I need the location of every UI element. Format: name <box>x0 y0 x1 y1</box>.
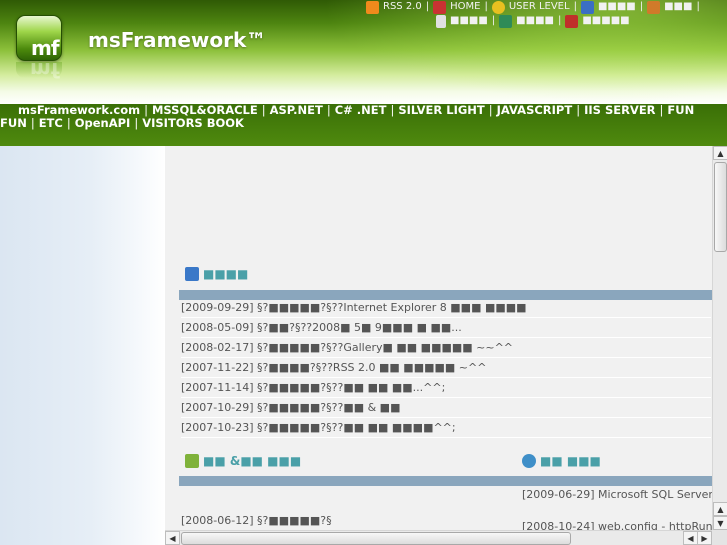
nav-separator: | <box>30 116 35 130</box>
document-icon <box>436 14 446 28</box>
rss-label: RSS 2.0 <box>383 1 422 12</box>
users-label: ■■■ <box>664 1 693 12</box>
left-sidebar <box>0 146 165 545</box>
list-item[interactable]: [2008-05-09] §?■■?§??2008■ 5■ 9■■■ ■ ■■.… <box>181 318 711 338</box>
nav-item-fun-2[interactable]: FUN <box>0 116 27 130</box>
document-link[interactable]: ■■■■ <box>436 14 488 28</box>
user-link[interactable]: ■■■■ <box>580 0 636 14</box>
list-item[interactable]: [2008-02-17] §?■■■■■?§??Gallery■ ■■ ■■■■… <box>181 338 711 358</box>
nav-item-mssql-oracle[interactable]: MSSQL&ORACLE <box>152 103 258 117</box>
list-item[interactable]: [2007-11-22] §?■■■■?§??RSS 2.0 ■■ ■■■■■ … <box>181 358 711 378</box>
section-notice-header[interactable]: ■■■■ <box>185 267 248 281</box>
nav-separator: | <box>134 116 139 130</box>
logo-reflection-text: mf <box>30 58 60 82</box>
nav-separator: | <box>488 103 493 117</box>
nav-item-fun[interactable]: FUN <box>667 103 694 117</box>
list-item[interactable]: [2009-06-29] Microsoft SQL Server Studio… <box>522 488 712 501</box>
separator: | <box>639 1 644 12</box>
edit-label: ■■■■ <box>516 15 554 26</box>
scroll-up-button-2[interactable]: ▲ <box>713 502 727 516</box>
home-label: HOME <box>450 1 481 12</box>
nav-item-msframework[interactable]: msFramework.com <box>18 103 140 117</box>
scroll-right-button[interactable]: ▶ <box>697 531 712 545</box>
nav-line2: FUN | ETC | OpenAPI | VISITORS BOOK <box>0 117 244 130</box>
chart-link[interactable]: ■■■■■ <box>565 14 630 28</box>
section-qa-title: ■■ &■■ ■■■ <box>203 454 302 468</box>
list-item[interactable]: [2009-09-29] §?■■■■■?§??Internet Explore… <box>181 298 711 318</box>
nav-item-iis-server[interactable]: IIS SERVER <box>584 103 655 117</box>
section-links-title: ■■ ■■■ <box>540 454 601 468</box>
site-header: mf mf msFramework™ RSS 2.0 | HOME | USER… <box>0 0 727 104</box>
nav-separator: | <box>659 103 664 117</box>
separator: | <box>573 1 577 12</box>
separator: | <box>557 15 562 26</box>
nav-separator: | <box>576 103 581 117</box>
scrollbar-corner <box>712 530 727 545</box>
section-links-header[interactable]: ■■ ■■■ <box>522 454 601 468</box>
top-links-row2: ■■■■ | ■■■■ | ■■■■■ <box>366 14 704 28</box>
chart-icon <box>565 14 579 28</box>
list-item[interactable]: [2007-10-29] §?■■■■■?§??■■ & ■■ <box>181 398 711 418</box>
document-label: ■■■■ <box>450 15 488 26</box>
chart-label: ■■■■■ <box>582 15 630 26</box>
globe-icon <box>522 454 536 468</box>
section-notice-title: ■■■■ <box>203 267 249 281</box>
user-label: ■■■■ <box>597 1 636 12</box>
user-icon <box>580 0 594 14</box>
nav-item-javascript[interactable]: JAVASCRIPT <box>497 103 573 117</box>
vertical-scrollbar[interactable]: ▲ ▲ ▼ <box>712 146 727 532</box>
home-icon <box>433 0 447 14</box>
scroll-up-button[interactable]: ▲ <box>713 146 727 160</box>
scroll-left-button[interactable]: ◀ <box>165 531 180 545</box>
users-icon <box>647 0 661 14</box>
nav-item-csharp[interactable]: C# .NET <box>335 103 387 117</box>
nav-separator: | <box>390 103 395 117</box>
nav-item-aspnet[interactable]: ASP.NET <box>270 103 323 117</box>
separator: | <box>484 1 488 12</box>
nav-separator: | <box>326 103 331 117</box>
rss-link[interactable]: RSS 2.0 <box>366 0 422 14</box>
top-links: RSS 2.0 | HOME | USER LEVEL | ■■■■ | ■■■… <box>366 0 704 28</box>
edit-link[interactable]: ■■■■ <box>499 14 554 28</box>
nav-separator: | <box>66 116 71 130</box>
rss-icon <box>366 0 379 14</box>
site-title[interactable]: msFramework™ <box>88 28 266 52</box>
list-item[interactable]: [2007-11-14] §?■■■■■?§??■■ ■■ ■■...^^; <box>181 378 711 398</box>
horizontal-scrollbar[interactable]: ◀ ◀ ▶ <box>165 530 712 545</box>
star-icon <box>491 0 505 14</box>
user-level-label: USER LEVEL <box>508 1 570 12</box>
list-item[interactable]: [2008-06-12] §?■■■■■?§ <box>181 514 332 527</box>
separator: | <box>425 1 430 12</box>
site-logo[interactable]: mf <box>16 15 62 61</box>
logo-text: mf <box>31 36 60 60</box>
content-area: ■■■■ [2009-09-29] §?■■■■■?§??Internet Ex… <box>165 146 712 532</box>
nav-item-silverlight[interactable]: SILVER LIGHT <box>398 103 484 117</box>
separator: | <box>696 1 700 12</box>
scroll-left-button-2[interactable]: ◀ <box>683 531 698 545</box>
nav-separator: | <box>261 103 266 117</box>
notice-icon <box>185 267 199 281</box>
user-level-link[interactable]: USER LEVEL <box>491 0 570 14</box>
nav-item-openapi[interactable]: OpenAPI <box>75 116 131 130</box>
top-links-row1: RSS 2.0 | HOME | USER LEVEL | ■■■■ | ■■■… <box>366 0 704 14</box>
main-nav: msFramework.com | MSSQL&ORACLE | ASP.NET | C# … <box>0 104 727 146</box>
list-item[interactable]: [2007-10-23] §?■■■■■?§??■■ ■■ ■■■■^^; <box>181 418 711 438</box>
section-qa-header[interactable]: ■■ &■■ ■■■ <box>185 454 301 468</box>
section-qa-bar <box>179 476 712 486</box>
logo-reflection: mf <box>16 58 62 82</box>
scroll-down-button[interactable]: ▼ <box>713 516 727 530</box>
pencil-icon <box>185 454 199 468</box>
vertical-scroll-thumb[interactable] <box>714 162 727 252</box>
separator: | <box>491 15 496 26</box>
nav-item-visitors-book[interactable]: VISITORS BOOK <box>142 116 244 130</box>
home-link[interactable]: HOME <box>433 0 480 14</box>
edit-icon <box>499 14 513 28</box>
nav-item-etc[interactable]: ETC <box>39 116 63 130</box>
horizontal-scroll-thumb[interactable] <box>181 532 571 545</box>
users-link[interactable]: ■■■ <box>647 0 692 14</box>
nav-separator: | <box>144 103 148 117</box>
